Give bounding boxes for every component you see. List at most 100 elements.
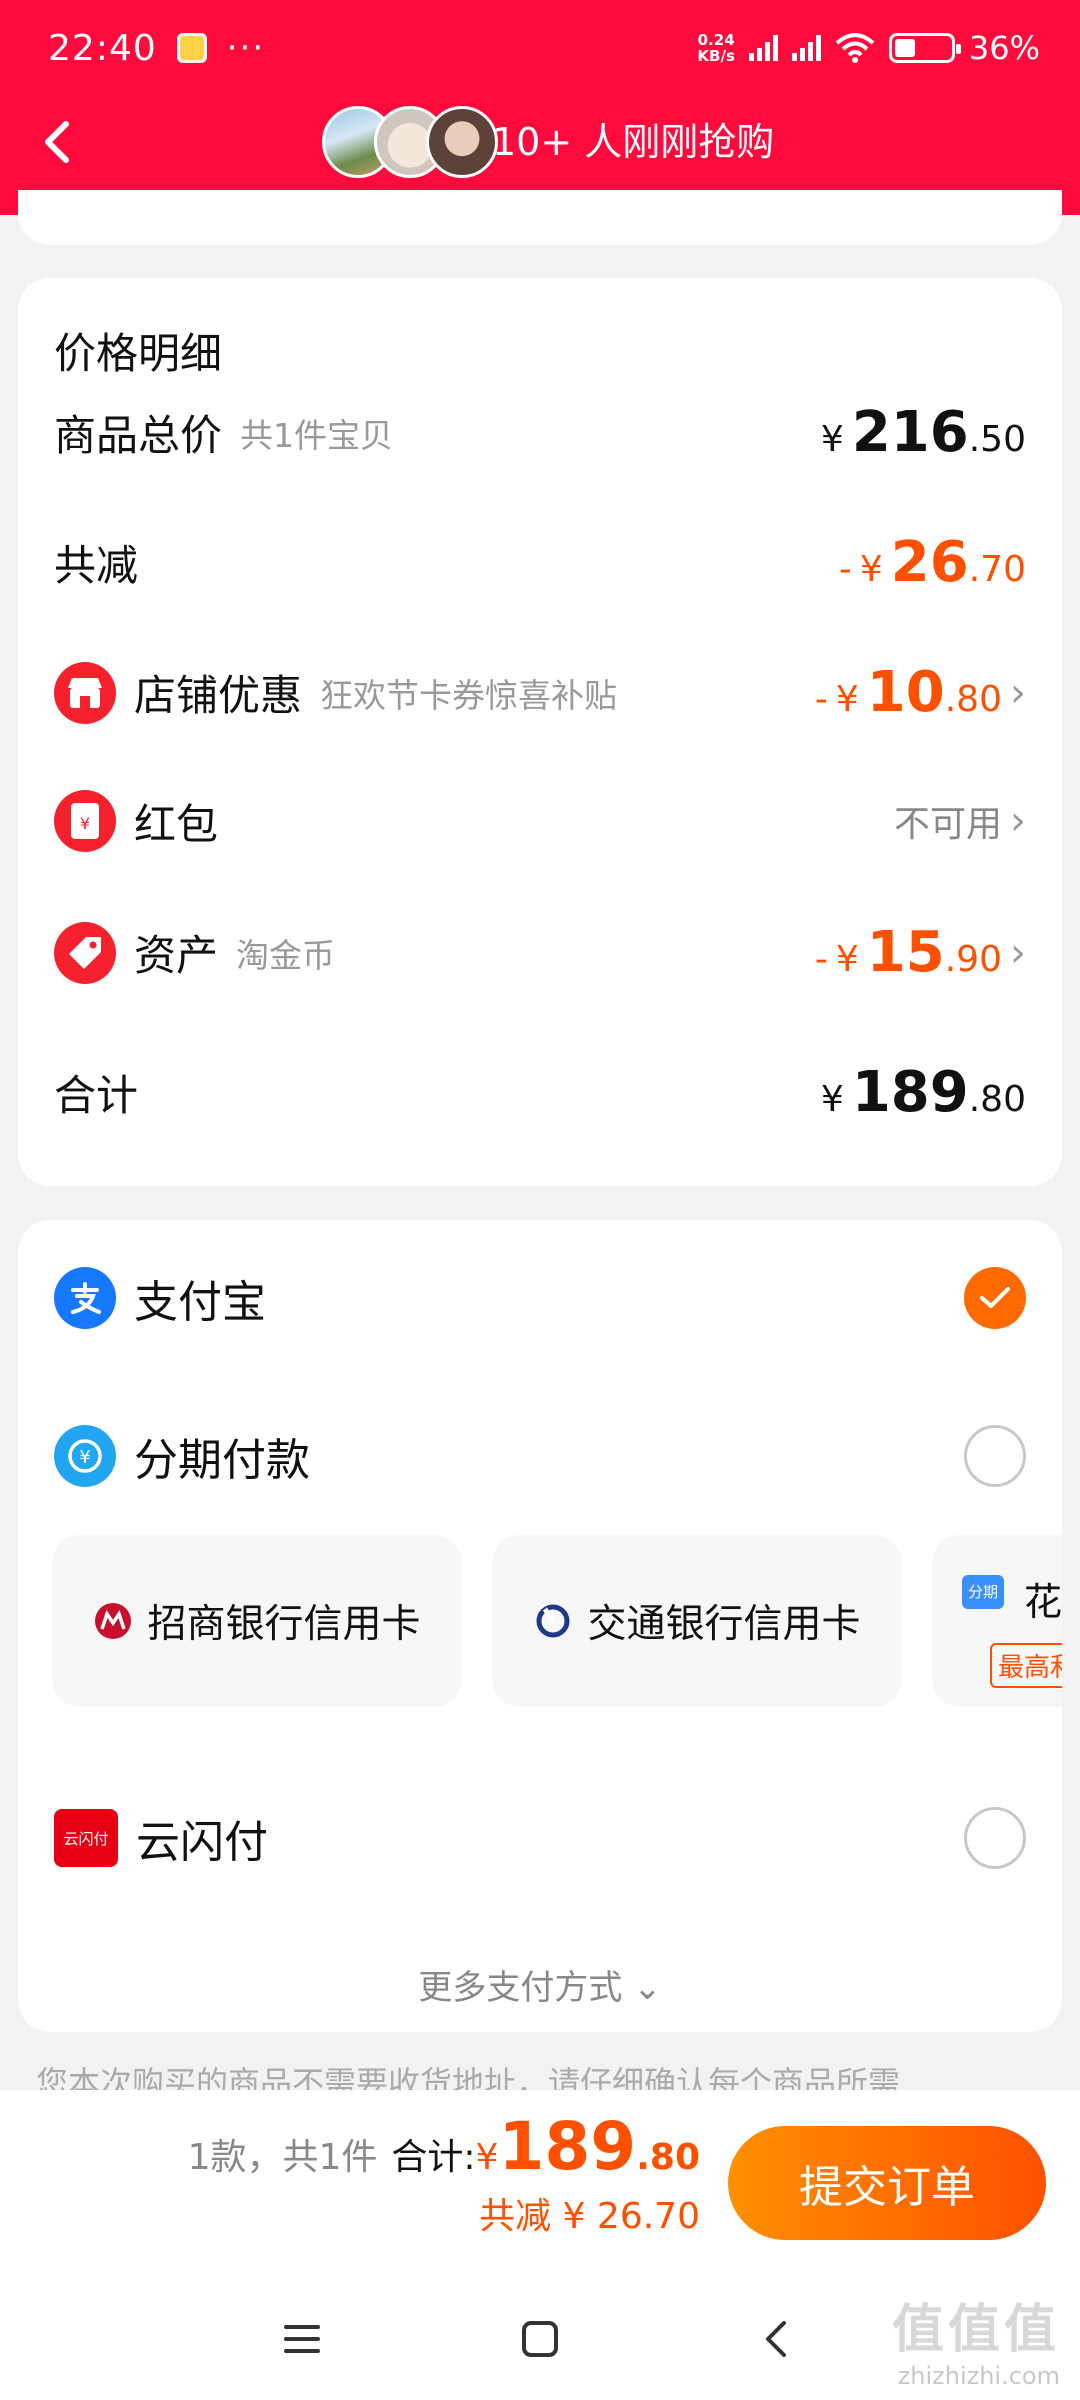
amount-dec: .90 (944, 939, 1002, 980)
shop-coupon-amount: - ¥ 10 .80 (815, 660, 1002, 725)
unionpay-logo-text: 云闪付 (63, 1829, 109, 1848)
battery-level: 36% (968, 29, 1040, 67)
total-row: 合计 ¥ 189 .80 (54, 1060, 1026, 1125)
currency-symbol: ¥ (820, 1079, 844, 1120)
submit-order-button[interactable]: 提交订单 (728, 2126, 1046, 2240)
chevron-right-icon: › (1010, 929, 1026, 976)
home-icon[interactable] (516, 2315, 564, 2363)
bank-option-label: 交通银行信用卡 (587, 1602, 861, 1647)
red-packet-status: 不可用 › (894, 795, 1026, 847)
bank-option-bocom[interactable]: 交通银行信用卡 (492, 1535, 902, 1707)
alipay-selected-checkbox[interactable] (964, 1267, 1026, 1329)
svg-text:¥: ¥ (79, 1447, 90, 1468)
huabei-icon-text: 分期 (967, 1583, 998, 1601)
payment-option-alipay[interactable]: 支付宝 (54, 1266, 1026, 1330)
menu-icon[interactable] (278, 2315, 326, 2363)
net-speed-value: 0.24 (697, 31, 735, 49)
amount-dec: .70 (968, 549, 1026, 590)
currency-symbol: ¥ (475, 2137, 499, 2178)
network-speed: 0.24 KB/s (697, 32, 734, 64)
wifi-icon (835, 33, 875, 63)
amount-int: 10 (866, 660, 945, 725)
more-notifications-icon: ··· (226, 28, 266, 68)
discount-total-amount: - ¥ 26 .70 (839, 530, 1026, 595)
minus-sign: - (838, 549, 852, 590)
watermark: 值值值 zhizhizhi.com (892, 2287, 1060, 2390)
red-packet-icon: ¥ (54, 790, 116, 852)
minus-sign: - (814, 939, 828, 980)
watermark-url: zhizhizhi.com (897, 2362, 1060, 2390)
more-payment-label: 更多支付方式 (418, 1968, 623, 2008)
currency-symbol: ¥ (859, 549, 883, 590)
bank-option-cmb[interactable]: 招商银行信用卡 (52, 1535, 462, 1707)
total-dec: .80 (636, 2137, 700, 2178)
currency-symbol: ¥ (820, 419, 844, 460)
status-bar: 22:40 ··· 0.24 KB/s 36% (48, 18, 1040, 78)
order-summary: 1款，共1件 合计: ¥ 189 .80 共减 ¥ 26.70 (188, 2108, 700, 2239)
shop-coupon-label: 店铺优惠 (134, 671, 303, 720)
chevron-right-icon: › (1010, 669, 1026, 716)
installment-icon: ¥ (54, 1425, 116, 1487)
amount-dec: .50 (968, 419, 1026, 460)
discount-summary: 共减 ¥ 26.70 (479, 2196, 700, 2237)
items-total-label: 商品总价 (54, 411, 223, 460)
tag-icon (54, 921, 116, 984)
svg-text:¥: ¥ (80, 814, 90, 833)
total-label: 合计: (391, 2137, 476, 2178)
huabei-label: 花 (1024, 1580, 1062, 1624)
bank-option-label: 招商银行信用卡 (147, 1602, 421, 1647)
notification-app-icon (176, 33, 207, 63)
status-time: 22:40 (48, 27, 157, 69)
unionpay-label: 云闪付 (136, 1817, 268, 1868)
chevron-down-icon: ⌄ (633, 1968, 662, 2008)
back-arrow-icon[interactable] (36, 112, 76, 172)
installment-label: 分期付款 (134, 1435, 310, 1486)
buyer-avatars (322, 106, 498, 178)
price-detail-card: 价格明细 商品总价 共1件宝贝 ¥ 216 .50 共减 - ¥ 26 .70 … (18, 278, 1062, 1186)
red-packet-status-text: 不可用 (893, 804, 1002, 845)
previous-card-edge (18, 190, 1062, 245)
system-nav-bar: 值值值 zhizhizhi.com (0, 2275, 1080, 2400)
red-packet-row[interactable]: ¥ 红包 不可用 › (54, 790, 1026, 852)
items-total-amount: ¥ 216 .50 (821, 400, 1026, 465)
signal-1-icon (748, 35, 778, 61)
amount-int: 216 (851, 400, 969, 465)
price-detail-title: 价格明细 (54, 329, 223, 378)
amount-dec: .80 (968, 1079, 1026, 1120)
chevron-right-icon: › (1010, 798, 1026, 844)
installment-radio[interactable] (964, 1425, 1026, 1487)
total-label: 合计 (54, 1071, 139, 1120)
currency-symbol: ¥ (835, 679, 859, 720)
huabei-installment-icon: 分期 (962, 1575, 1004, 1609)
amount-dec: .80 (944, 679, 1002, 720)
more-payment-methods[interactable]: 更多支付方式 ⌄ (0, 1960, 1080, 2009)
avatar (426, 106, 498, 178)
unionpay-icon: 云闪付 (54, 1809, 118, 1867)
payment-option-installment[interactable]: ¥ 分期付款 (54, 1424, 1026, 1488)
red-packet-label: 红包 (134, 799, 219, 849)
currency-symbol: ¥ (835, 939, 859, 980)
signal-2-icon (791, 35, 821, 61)
alipay-label: 支付宝 (134, 1277, 266, 1328)
discount-total-row: 共减 - ¥ 26 .70 (54, 530, 1026, 595)
bank-option-huabei[interactable]: 分期 花 最高和 (932, 1535, 1062, 1707)
assets-label: 资产 (134, 931, 219, 980)
unionpay-radio[interactable] (964, 1807, 1026, 1869)
assets-amount: - ¥ 15 .90 (815, 920, 1002, 985)
items-count: 共1件宝贝 (240, 415, 394, 455)
top-bar: 22:40 ··· 0.24 KB/s 36% 10+ 人刚刚抢购 (0, 0, 1080, 215)
battery-icon (888, 33, 961, 63)
recent-buyers-text: 10+ 人刚刚抢购 (492, 120, 775, 164)
amount-int: 26 (890, 530, 969, 595)
discount-total-label: 共减 (54, 541, 139, 590)
amount-int: 15 (866, 920, 945, 985)
back-icon[interactable] (754, 2315, 802, 2363)
minus-sign: - (814, 679, 828, 720)
shop-icon (54, 661, 116, 724)
payment-option-unionpay[interactable]: 云闪付 云闪付 (54, 1806, 1026, 1870)
assets-row[interactable]: 资产 淘金币 - ¥ 15 .90 › (54, 920, 1026, 985)
alipay-icon (54, 1267, 116, 1329)
shop-coupon-row[interactable]: 店铺优惠 狂欢节卡券惊喜补贴 - ¥ 10 .80 › (54, 660, 1026, 725)
assets-desc: 淘金币 (236, 935, 336, 975)
item-count: 1款，共1件 (187, 2137, 378, 2178)
